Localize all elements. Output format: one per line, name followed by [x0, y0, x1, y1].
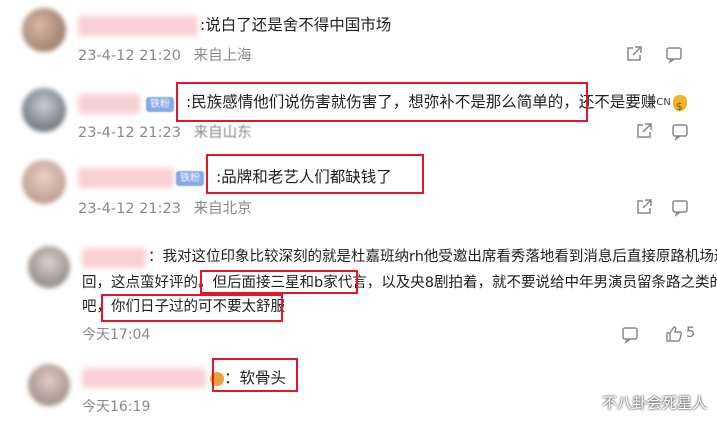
highlight-box — [212, 358, 298, 392]
fan-badge: 铁粉 — [146, 97, 174, 112]
comment-date: 23-4-12 21:20 — [78, 48, 181, 64]
comment-meta: 23-4-12 21:20 来自上海 — [78, 44, 260, 65]
comment-location: 来自北京 — [193, 201, 252, 217]
cn-emoji-label: CN — [656, 96, 671, 108]
comment-line-2: 回，这点蛮好评的。但后面接三星和b家代言，以及央8剧拍着，就不要说给中年男演员留… — [82, 275, 717, 291]
username-blurred[interactable] — [78, 94, 140, 114]
highlight-box — [101, 294, 283, 322]
avatar[interactable] — [22, 8, 66, 52]
comment-location: 来自上海 — [193, 48, 252, 64]
username-blurred[interactable] — [78, 168, 174, 188]
comment-date: 23-4-12 21:23 — [78, 201, 181, 217]
comment-icon[interactable] — [620, 324, 640, 344]
share-icon[interactable] — [624, 44, 644, 64]
avatar[interactable] — [28, 364, 70, 406]
comment-1: :说白了还是舍不得中国市场 23-4-12 21:20 来自上海 — [0, 0, 717, 78]
username-blurred[interactable] — [82, 368, 206, 388]
money-bag-icon — [672, 94, 687, 118]
watermark: 不八卦会死星人 — [601, 394, 707, 412]
comment-location: 来自山东 — [193, 125, 252, 141]
comment-time: 今天17:04 — [82, 327, 151, 343]
comment-3: 铁粉 :品牌和老艺人们都缺钱了 23-4-12 21:23 来自北京 — [0, 148, 717, 228]
comment-meta: 23-4-12 21:23 来自山东 — [78, 121, 260, 142]
share-icon[interactable] — [634, 121, 654, 141]
like-icon[interactable] — [670, 121, 690, 141]
comment-text: :说白了还是舍不得中国市场 — [200, 16, 392, 34]
comment-meta: 23-4-12 21:23 来自北京 — [78, 197, 260, 218]
avatar[interactable] — [22, 160, 66, 204]
highlight-box — [200, 270, 358, 294]
like-icon[interactable] — [664, 44, 684, 64]
highlight-box — [206, 154, 424, 194]
share-icon[interactable] — [634, 197, 654, 217]
fan-badge: 铁粉 — [176, 171, 204, 186]
comment-time: 今天16:19 — [82, 399, 151, 415]
username-blurred[interactable] — [78, 16, 198, 36]
highlight-box — [176, 82, 588, 122]
like-count: 5 — [686, 325, 696, 341]
thumbs-up-icon[interactable] — [664, 324, 684, 344]
like-icon[interactable] — [670, 197, 690, 217]
comment-4: ：我对这位印象比较深刻的就是杜嘉班纳rh他受邀出席看秀落地看到消息后直接原路机场… — [0, 228, 717, 348]
comment-line-1: ：我对这位印象比较深刻的就是杜嘉班纳rh他受邀出席看秀落地看到消息后直接原路机场… — [148, 249, 717, 265]
username-blurred[interactable] — [82, 248, 146, 268]
comment-date: 23-4-12 21:23 — [78, 125, 181, 141]
avatar[interactable] — [28, 246, 70, 288]
comment-2: 铁粉 :民族感情他们说伤害就伤害了，想弥补不是那么简单的，还不是要赚CN 23-… — [0, 78, 717, 148]
avatar[interactable] — [22, 88, 66, 132]
